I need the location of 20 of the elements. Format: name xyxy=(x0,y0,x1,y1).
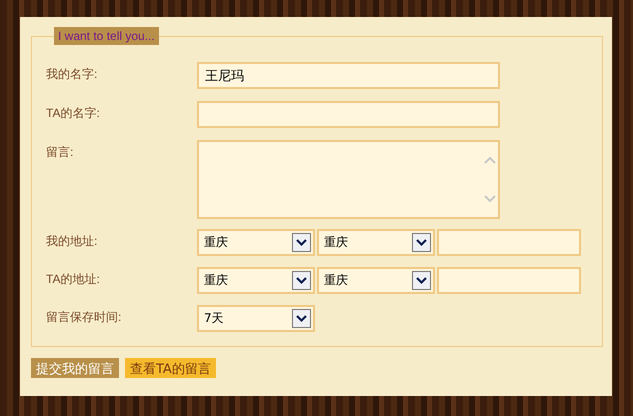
form-legend: I want to tell you... xyxy=(54,27,159,45)
address-field[interactable] xyxy=(437,229,581,256)
field-label: TA的地址: xyxy=(46,271,101,288)
message-textarea[interactable] xyxy=(197,140,500,219)
field-label: TA的名字: xyxy=(46,105,101,122)
dropdown[interactable]: 重庆 xyxy=(197,229,315,256)
field-label: 留言保存时间: xyxy=(46,309,122,326)
field-label: 我的地址: xyxy=(46,233,98,250)
field-label: 留言: xyxy=(46,144,74,161)
view-button[interactable]: 查看TA的留言 xyxy=(125,358,216,378)
scroll-down-icon[interactable] xyxy=(484,195,496,203)
dropdown[interactable]: 重庆 xyxy=(317,229,435,256)
dropdown[interactable]: 7天 xyxy=(197,305,315,332)
address-field[interactable] xyxy=(437,267,581,294)
dropdown[interactable]: 重庆 xyxy=(197,267,315,294)
field-label: 我的名字: xyxy=(46,66,98,83)
scroll-up-icon[interactable] xyxy=(484,156,496,164)
text-field[interactable] xyxy=(197,101,500,128)
dropdown[interactable]: 重庆 xyxy=(317,267,435,294)
text-field[interactable]: 王尼玛 xyxy=(197,62,500,89)
